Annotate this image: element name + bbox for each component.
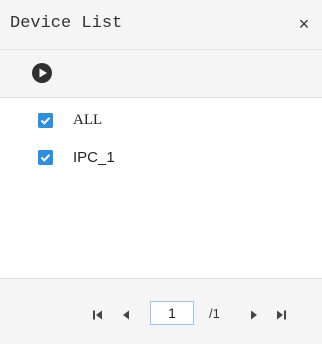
- pagination-bar: /1: [0, 278, 322, 344]
- panel-header: Device List ×: [0, 0, 322, 50]
- prev-page-icon[interactable]: [120, 309, 132, 321]
- checkbox-all[interactable]: [38, 113, 53, 128]
- list-item: IPC_1: [0, 143, 322, 173]
- close-button[interactable]: ×: [295, 15, 313, 33]
- page-number-input[interactable]: [150, 301, 194, 325]
- list-item: ALL: [0, 106, 322, 136]
- last-page-icon[interactable]: [275, 309, 287, 321]
- device-list-panel: Device List × ALL IPC_1 1 /1: [0, 0, 322, 344]
- checkbox-ipc-1[interactable]: [38, 150, 53, 165]
- toolbar: [0, 50, 322, 98]
- device-list: ALL IPC_1: [0, 98, 322, 278]
- device-label-all[interactable]: ALL: [73, 112, 102, 129]
- panel-title: Device List: [10, 14, 123, 33]
- page-total: /1: [209, 306, 220, 321]
- device-label-ipc-1[interactable]: IPC_1: [73, 149, 115, 166]
- next-page-icon[interactable]: [248, 309, 260, 321]
- first-page-icon[interactable]: [92, 309, 104, 321]
- play-circle-icon[interactable]: [31, 62, 53, 84]
